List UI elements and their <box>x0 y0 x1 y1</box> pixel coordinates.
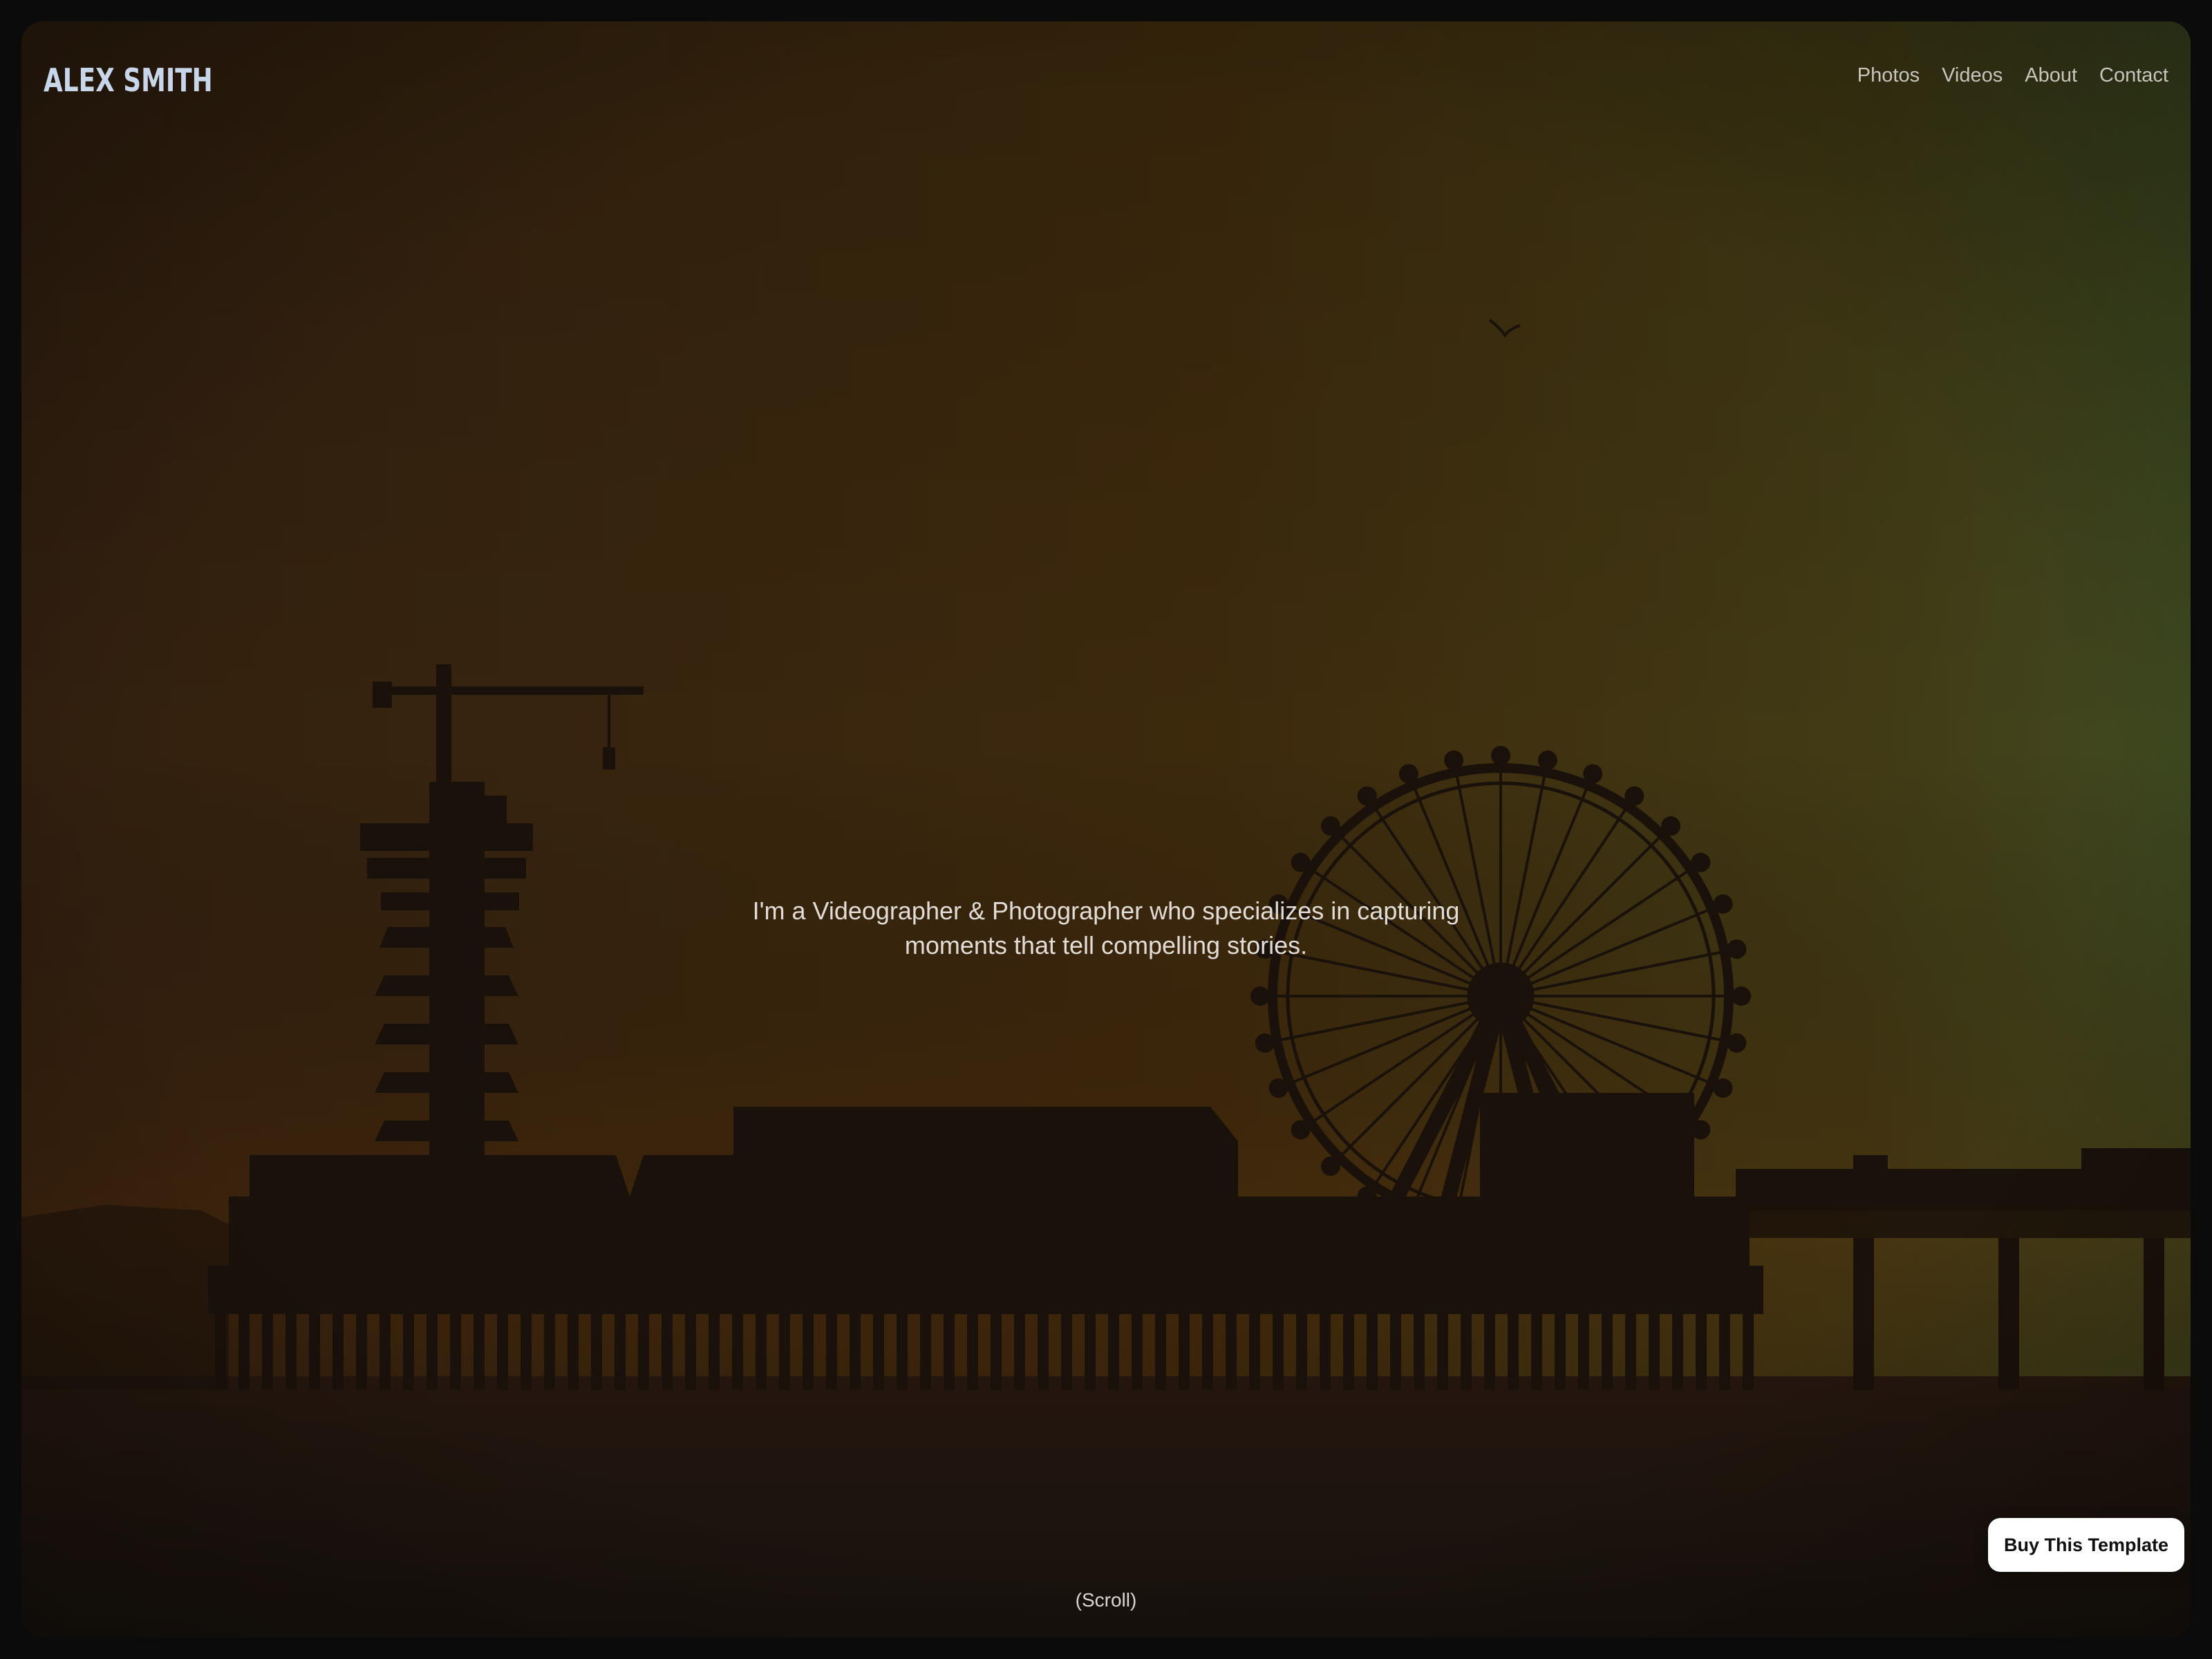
nav-link-videos[interactable]: Videos <box>1942 64 2003 87</box>
hero-tagline-line-2: moments that tell compelling stories. <box>904 931 1308 959</box>
scroll-hint[interactable]: (Scroll) <box>21 1589 2191 1611</box>
site-header: ALEX SMITH Photos Videos About Contact <box>21 21 2191 160</box>
site-logo[interactable]: ALEX SMITH <box>44 62 213 99</box>
nav-link-contact[interactable]: Contact <box>2099 64 2168 87</box>
hero-tagline: I'm a Videographer & Photographer who sp… <box>21 894 2191 963</box>
hero-frame: ALEX SMITH Photos Videos About Contact I… <box>21 21 2191 1638</box>
nav-link-photos[interactable]: Photos <box>1857 64 1920 87</box>
buy-template-button[interactable]: Buy This Template <box>1988 1518 2184 1572</box>
hero-background-photo <box>21 21 2191 1638</box>
nav-link-about[interactable]: About <box>2025 64 2077 87</box>
hero-tagline-line-1: I'm a Videographer & Photographer who sp… <box>752 897 1460 925</box>
main-nav: Photos Videos About Contact <box>1857 64 2168 87</box>
